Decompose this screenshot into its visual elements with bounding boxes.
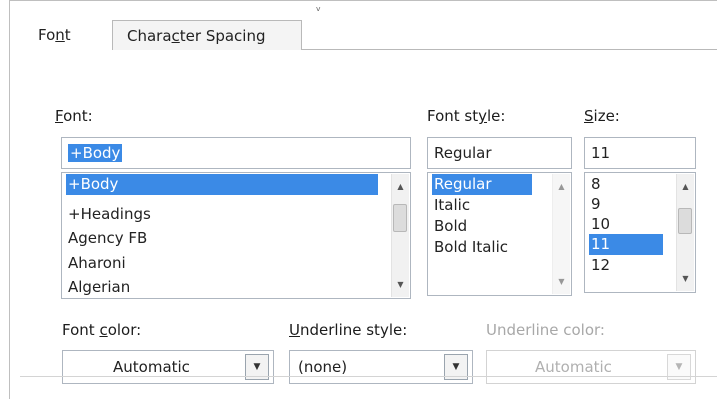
list-item[interactable]: 8: [589, 174, 601, 195]
list-item[interactable]: Bold Italic: [432, 237, 508, 258]
title-fragment: ᵥ: [316, 0, 322, 14]
font-color-dropdown[interactable]: Automatic ▼: [62, 350, 274, 384]
font-label: Font:: [55, 107, 93, 125]
list-item[interactable]: Agency FB: [66, 228, 147, 249]
tab-character-spacing[interactable]: Character Spacing: [112, 20, 302, 50]
list-item[interactable]: Italic: [432, 195, 470, 216]
scroll-down-arrow-icon[interactable]: ▼: [553, 273, 570, 290]
list-item[interactable]: 9: [589, 194, 601, 215]
font-style-list[interactable]: Regular Italic Bold Bold Italic ▲ ▼: [427, 172, 572, 296]
panel-bottom-edge: [20, 376, 717, 377]
list-item[interactable]: 11: [589, 234, 663, 255]
underline-color-label: Underline color:: [486, 321, 605, 339]
tab-divider: [302, 49, 717, 50]
font-style-input[interactable]: Regular: [427, 137, 572, 169]
size-list[interactable]: 8 9 10 11 12 ▲ ▼: [584, 172, 696, 293]
underline-style-dropdown[interactable]: (none) ▼: [289, 350, 473, 384]
scroll-up-arrow-icon[interactable]: ▲: [677, 178, 694, 195]
size-input[interactable]: 11: [584, 137, 696, 169]
list-item[interactable]: 12: [589, 255, 610, 276]
scroll-down-arrow-icon[interactable]: ▼: [677, 270, 694, 287]
underline-color-dropdown: Automatic ▼: [486, 350, 696, 384]
dialog-left-border: [9, 0, 10, 399]
font-list-scrollbar[interactable]: ▲ ▼: [391, 174, 409, 297]
dialog-top-border: [9, 0, 717, 1]
list-item[interactable]: 10: [589, 214, 610, 235]
scroll-up-arrow-icon[interactable]: ▲: [553, 178, 570, 195]
size-list-scrollbar[interactable]: ▲ ▼: [676, 174, 694, 291]
tab-font[interactable]: Font: [20, 20, 112, 50]
list-item[interactable]: Regular: [432, 174, 532, 195]
list-item[interactable]: +Body: [66, 174, 378, 195]
underline-style-label: Underline style:: [289, 321, 408, 339]
list-item[interactable]: Bold: [432, 216, 467, 237]
scroll-thumb[interactable]: [678, 208, 692, 234]
list-item[interactable]: +Headings: [66, 204, 151, 225]
size-label: Size:: [584, 107, 620, 125]
font-style-list-scrollbar[interactable]: ▲ ▼: [552, 174, 570, 294]
scroll-up-arrow-icon[interactable]: ▲: [392, 178, 409, 195]
font-input[interactable]: +Body: [61, 137, 411, 169]
list-item[interactable]: Algerian: [66, 277, 130, 298]
font-color-label: Font color:: [62, 321, 142, 339]
scroll-thumb[interactable]: [393, 204, 407, 232]
font-list[interactable]: +Body +Headings Agency FB Aharoni Algeri…: [61, 172, 411, 299]
list-item[interactable]: Aharoni: [66, 253, 126, 274]
scroll-down-arrow-icon[interactable]: ▼: [392, 276, 409, 293]
font-style-label: Font style:: [427, 107, 506, 125]
